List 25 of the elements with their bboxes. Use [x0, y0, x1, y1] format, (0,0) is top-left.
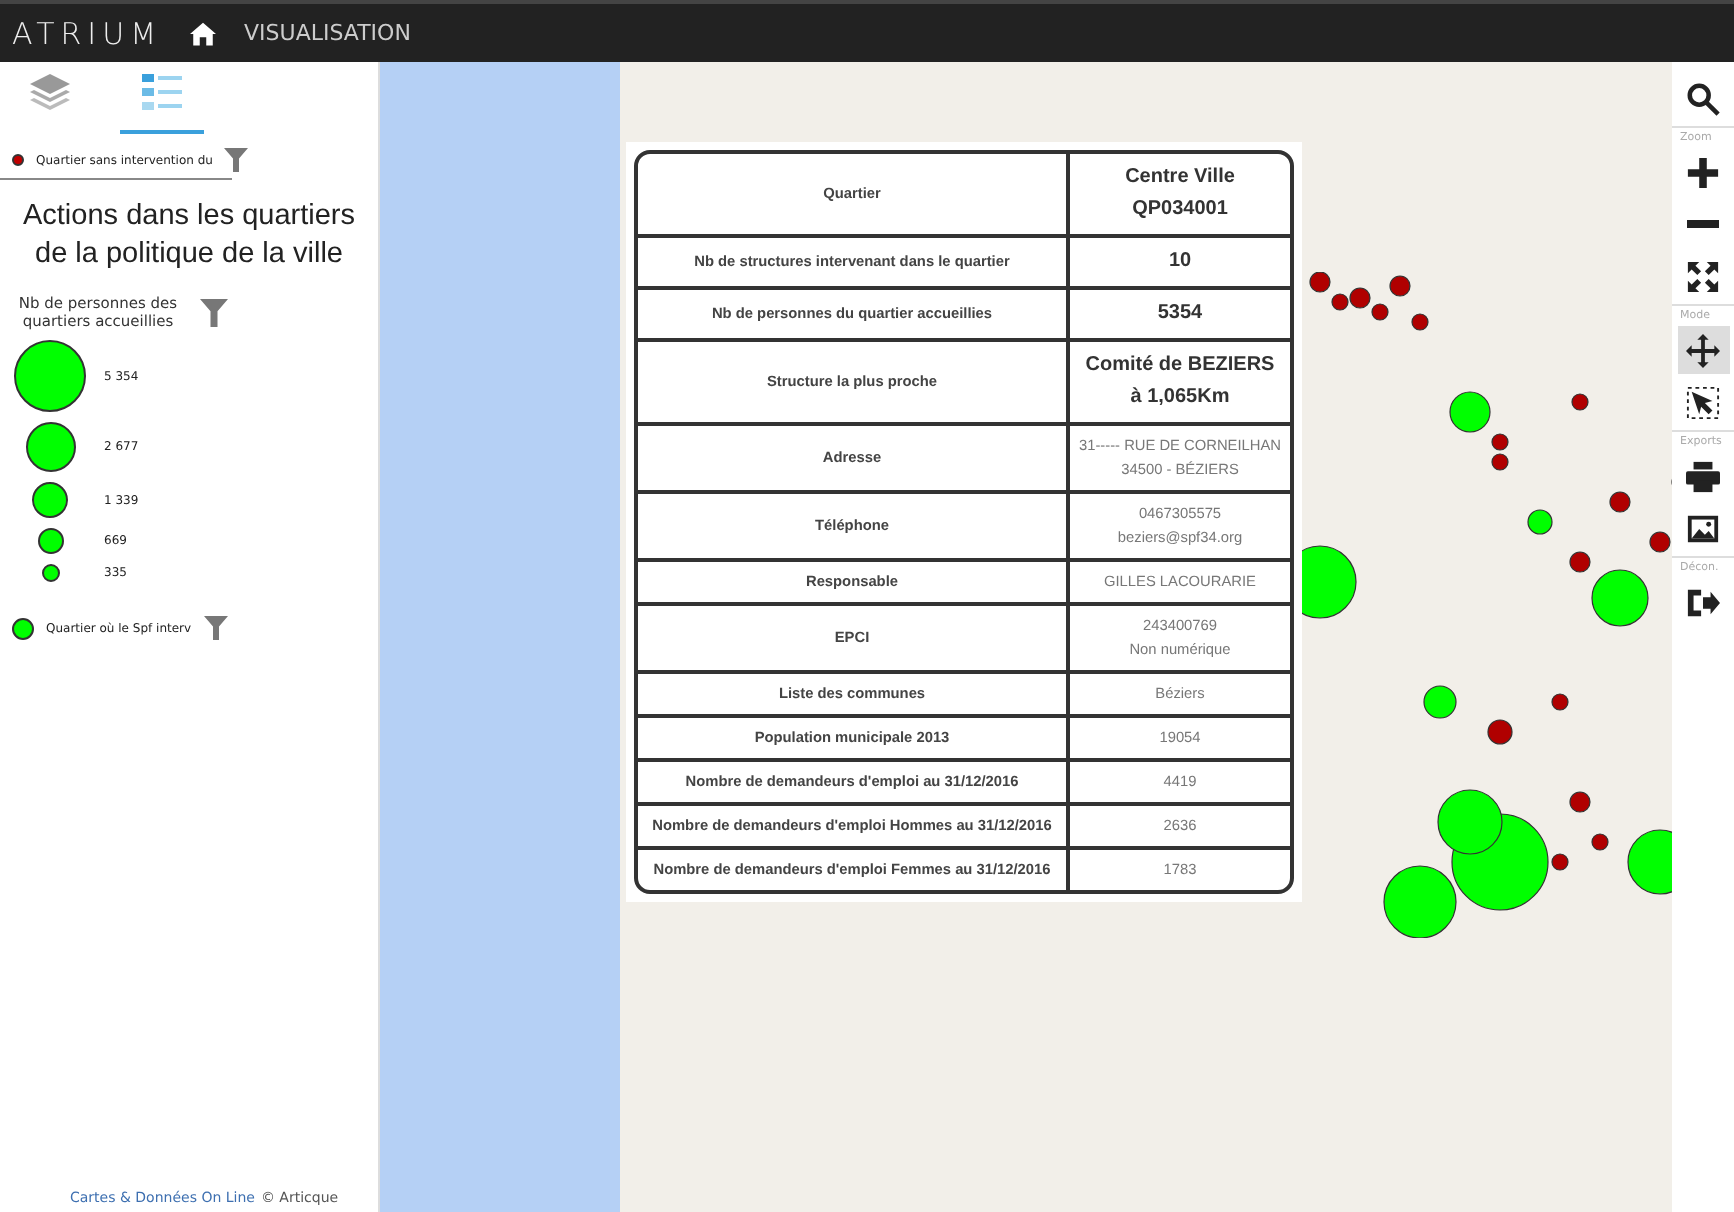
filter-icon[interactable]: [200, 297, 228, 327]
fullscreen-icon: [1686, 259, 1720, 293]
search-icon: [1686, 81, 1720, 115]
image-icon: [1686, 511, 1720, 545]
table-cell: Comité de BEZIERS à 1,065Km: [1070, 342, 1290, 426]
minus-icon: [1686, 220, 1720, 228]
plus-icon: [1686, 155, 1720, 189]
filter-icon[interactable]: [224, 146, 249, 174]
map-placeholder[interactable]: [380, 62, 1672, 1212]
home-icon[interactable]: [190, 21, 217, 45]
table-cell: 5354: [1070, 290, 1290, 342]
layers-icon: [30, 74, 70, 110]
sidebar-tab[interactable]: [120, 74, 204, 134]
visualisation-link[interactable]: VISUALISATION: [244, 20, 411, 46]
selection-cursor-icon: [1686, 385, 1720, 419]
legend-list-icon: [140, 74, 184, 110]
toolbar-button[interactable]: [1677, 326, 1729, 374]
app-logo: ATRIUM: [12, 15, 163, 51]
table-cell: Centre Ville QP034001: [1070, 154, 1290, 238]
logout-icon: [1686, 585, 1720, 619]
legend-title: Actions dans les quartiers de la politique de la ville: [20, 198, 358, 274]
move-arrows-icon: [1686, 333, 1720, 367]
table-cell: 10: [1070, 238, 1290, 290]
printer-icon: [1686, 459, 1720, 493]
filter-icon[interactable]: [203, 614, 228, 642]
